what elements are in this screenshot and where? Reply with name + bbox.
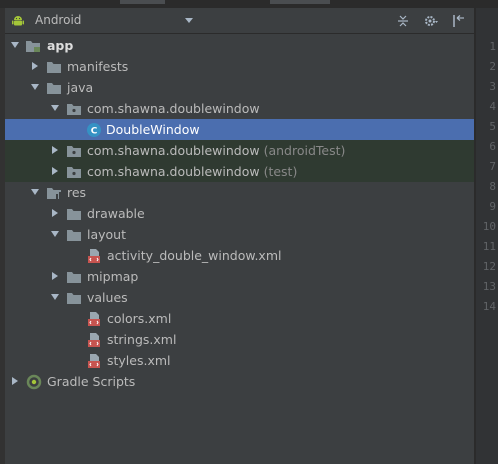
tree-item-label: res	[67, 185, 87, 200]
tree-item-values[interactable]: values	[5, 287, 474, 308]
tree-item-label: values	[87, 290, 128, 305]
tree-item-layout[interactable]: layout	[5, 224, 474, 245]
tree-item-activity-double-window-xml[interactable]: activity_double_window.xml	[5, 245, 474, 266]
tree-item-label: Gradle Scripts	[47, 374, 136, 389]
chevron-down-icon[interactable]	[30, 187, 40, 197]
package-icon	[67, 104, 81, 115]
chevron-right-icon[interactable]	[50, 208, 60, 218]
line-number: 10	[482, 220, 496, 233]
top-tab-strip	[0, 0, 498, 8]
chevron-down-icon[interactable]	[185, 18, 193, 23]
tree-item-label: com.shawna.doublewindow (androidTest)	[87, 143, 346, 158]
package-icon	[67, 146, 81, 157]
xml-file-icon	[88, 354, 100, 368]
tree-item-java[interactable]: java	[5, 77, 474, 98]
tree-item-strings-xml[interactable]: strings.xml	[5, 329, 474, 350]
line-number: 4	[489, 100, 496, 113]
line-number: 5	[489, 120, 496, 133]
tree-item-label: DoubleWindow	[106, 122, 200, 137]
view-selector-label[interactable]: Android	[35, 13, 81, 27]
line-number: 13	[482, 280, 496, 293]
xml-file-icon	[88, 333, 100, 347]
folder-icon	[47, 83, 61, 94]
chevron-down-icon[interactable]	[50, 229, 60, 239]
package-icon	[67, 167, 81, 178]
tree-item-app[interactable]: app	[5, 35, 474, 56]
chevron-right-icon[interactable]	[50, 166, 60, 176]
folder-icon	[67, 272, 81, 283]
tree-item-manifests[interactable]: manifests	[5, 56, 474, 77]
collapse-all-icon[interactable]	[395, 13, 411, 29]
xml-file-icon	[88, 249, 100, 263]
folder-icon	[67, 209, 81, 220]
tree-item-label: mipmap	[87, 269, 139, 284]
tree-item-label: layout	[87, 227, 127, 242]
tree-item-res[interactable]: res	[5, 182, 474, 203]
android-icon	[12, 16, 24, 26]
chevron-right-icon[interactable]	[50, 145, 60, 155]
chevron-right-icon[interactable]	[10, 376, 20, 386]
tree-item-label: com.shawna.doublewindow	[87, 101, 260, 116]
chevron-down-icon[interactable]	[10, 40, 20, 50]
line-number: 3	[489, 80, 496, 93]
line-number: 7	[489, 160, 496, 173]
tree-item-colors-xml[interactable]: colors.xml	[5, 308, 474, 329]
tree-item-label: app	[47, 38, 74, 53]
line-number: 9	[489, 200, 496, 213]
project-panel-header: Android	[5, 8, 474, 34]
line-number: 12	[482, 260, 496, 273]
tree-item-package-test[interactable]: com.shawna.doublewindow (test)	[5, 161, 474, 182]
line-number: 11	[482, 240, 496, 253]
class-icon: C	[87, 123, 101, 137]
chevron-right-icon[interactable]	[50, 271, 60, 281]
line-number: 6	[489, 140, 496, 153]
settings-gear-icon[interactable]	[423, 13, 439, 29]
tree-item-label: activity_double_window.xml	[107, 248, 282, 263]
project-panel: Android app manifests java com.shawna.do…	[5, 8, 474, 464]
tree-item-drawable[interactable]: drawable	[5, 203, 474, 224]
line-number: 14	[482, 300, 496, 313]
chevron-right-icon[interactable]	[30, 61, 40, 71]
tree-item-label: manifests	[67, 59, 129, 74]
tab-hint-1	[120, 0, 165, 4]
hide-panel-icon[interactable]	[451, 13, 467, 29]
tree-item-label: com.shawna.doublewindow (test)	[87, 164, 298, 179]
res-folder-icon	[47, 188, 61, 199]
chevron-down-icon[interactable]	[50, 292, 60, 302]
folder-icon	[67, 293, 81, 304]
svg-text:C: C	[91, 127, 98, 137]
gradle-icon	[26, 374, 42, 390]
tree-item-package-main[interactable]: com.shawna.doublewindow	[5, 98, 474, 119]
tree-item-doublewindow[interactable]: C DoubleWindow	[5, 119, 474, 140]
chevron-down-icon[interactable]	[50, 103, 60, 113]
folder-icon	[47, 62, 61, 73]
editor-line-gutter: 1 2 3 4 5 6 7 8 9 10 11 12 13 14	[476, 8, 498, 464]
tree-item-gradle-scripts[interactable]: Gradle Scripts	[5, 371, 474, 392]
tree-item-mipmap[interactable]: mipmap	[5, 266, 474, 287]
tree-item-styles-xml[interactable]: styles.xml	[5, 350, 474, 371]
tree-item-package-androidtest[interactable]: com.shawna.doublewindow (androidTest)	[5, 140, 474, 161]
line-number: 1	[489, 40, 496, 53]
chevron-down-icon[interactable]	[30, 82, 40, 92]
xml-file-icon	[88, 312, 100, 326]
folder-icon	[67, 230, 81, 241]
line-number: 2	[489, 60, 496, 73]
tree-item-label: styles.xml	[107, 353, 171, 368]
tab-hint-2	[270, 0, 330, 4]
tree-item-label: drawable	[87, 206, 145, 221]
tree-item-suffix: (androidTest)	[263, 143, 346, 158]
module-folder-icon	[26, 41, 40, 52]
tree-item-label: strings.xml	[107, 332, 177, 347]
line-number: 8	[489, 180, 496, 193]
tree-item-suffix: (test)	[263, 164, 298, 179]
tree-item-label: java	[67, 80, 94, 95]
tree-item-label: colors.xml	[107, 311, 172, 326]
